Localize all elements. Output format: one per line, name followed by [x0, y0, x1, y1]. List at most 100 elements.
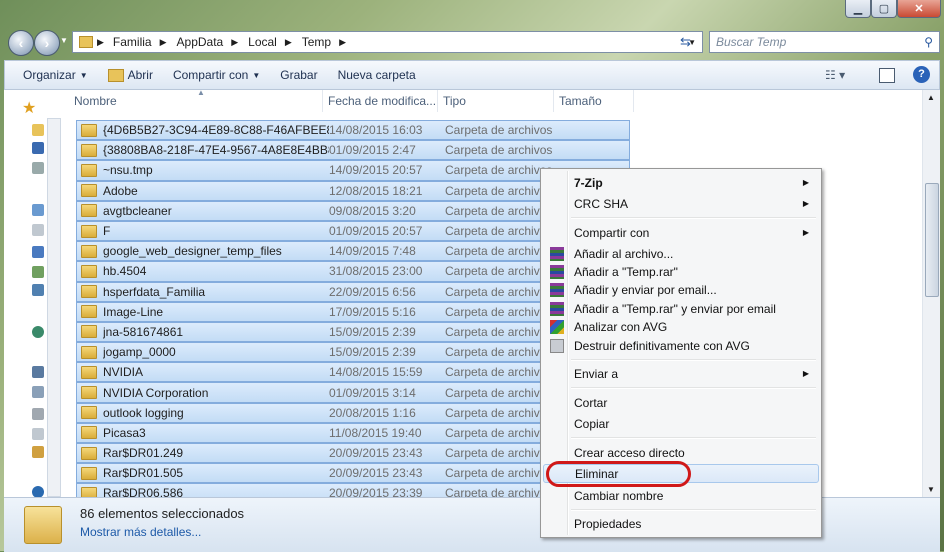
file-name: hb.4504	[103, 264, 147, 279]
menu-item-share-with[interactable]: Compartir con ▶	[543, 223, 819, 242]
nav-computer-icon[interactable]	[32, 366, 44, 378]
folder-icon	[81, 264, 97, 278]
address-bar[interactable]: ▶ Familia ▶ AppData ▶ Local ▶ Temp ▶ ▼	[72, 31, 703, 53]
column-header-size[interactable]: Tamaño	[554, 90, 634, 112]
menu-item-add-temp-rar-email[interactable]: Añadir a "Temp.rar" y enviar por email	[543, 299, 819, 318]
close-button[interactable]: ✕	[897, 0, 941, 18]
column-header-modified[interactable]: Fecha de modifica...	[323, 90, 438, 112]
menu-item-rename[interactable]: Cambiar nombre	[543, 486, 819, 505]
submenu-arrow-icon: ▶	[802, 199, 809, 208]
menu-item-create-shortcut[interactable]: Crear acceso directo	[543, 443, 819, 462]
file-name: jna-581674861	[103, 324, 184, 339]
organize-button[interactable]: Organizar ▼	[5, 61, 98, 89]
breadcrumb-chevron-icon[interactable]: ▶	[97, 37, 104, 48]
file-date: 01/09/2015 3:14	[329, 385, 416, 400]
recent-pages-dropdown[interactable]: ▼	[60, 36, 68, 45]
nav-drive-f-icon[interactable]	[32, 446, 44, 458]
file-name: NVIDIA Corporation	[103, 385, 209, 400]
menu-item-avg-shred[interactable]: Destruir definitivamente con AVG	[543, 336, 819, 355]
folder-icon	[81, 224, 97, 238]
menu-separator	[571, 359, 816, 361]
refresh-button[interactable]: ⇆	[680, 34, 698, 52]
vertical-scrollbar[interactable]: ▲ ▼	[922, 90, 940, 497]
file-name: avgtbcleaner	[103, 203, 172, 218]
menu-item-crc-sha[interactable]: CRC SHA ▶	[543, 194, 819, 213]
file-date: 11/08/2015 19:40	[329, 425, 422, 440]
file-date: 14/08/2015 16:03	[329, 123, 423, 138]
breadcrumb-local[interactable]: Local ▶	[243, 35, 297, 49]
winrar-icon	[550, 282, 564, 297]
menu-item-add-email[interactable]: Añadir y enviar por email...	[543, 280, 819, 299]
folder-icon	[81, 123, 97, 137]
avg-icon	[550, 319, 564, 334]
nav-music-icon[interactable]	[32, 246, 44, 258]
favorites-star-icon[interactable]: ★	[22, 98, 36, 118]
file-date: 31/08/2015 23:00	[329, 264, 423, 279]
menu-item-cut[interactable]: Cortar	[543, 393, 819, 412]
nav-documents-icon[interactable]	[32, 224, 44, 236]
new-folder-button[interactable]: Nueva carpeta	[328, 61, 426, 89]
minimize-button[interactable]: ▁	[845, 0, 871, 18]
burn-button[interactable]: Grabar	[270, 61, 327, 89]
file-name: Rar$DR01.249	[103, 446, 184, 461]
menu-item-add-archive[interactable]: Añadir al archivo...	[543, 244, 819, 263]
show-more-details-link[interactable]: Mostrar más detalles...	[80, 525, 201, 539]
search-icon[interactable]: ⚲	[924, 35, 933, 49]
open-button[interactable]: Abrir	[98, 61, 163, 89]
file-name: jogamp_0000	[103, 345, 176, 360]
maximize-button[interactable]: ▢	[871, 0, 897, 18]
scroll-down-arrow[interactable]: ▼	[927, 485, 935, 494]
open-folder-icon	[107, 68, 124, 82]
menu-item-copy[interactable]: Copiar	[543, 414, 819, 433]
file-type: Carpeta de archivos	[445, 143, 553, 158]
file-name: F	[103, 224, 111, 239]
nav-homegroup-icon[interactable]	[32, 326, 44, 338]
column-header-type[interactable]: Tipo	[438, 90, 554, 112]
nav-videos-icon[interactable]	[32, 284, 44, 296]
nav-desktop-icon[interactable]	[32, 142, 44, 154]
preview-pane-button[interactable]	[879, 68, 895, 83]
file-date: 17/09/2015 5:16	[329, 304, 416, 319]
folder-icon	[81, 386, 97, 400]
share-with-button[interactable]: Compartir con ▼	[163, 61, 270, 89]
file-name: Image-Line	[103, 304, 164, 319]
folder-icon	[79, 36, 93, 48]
menu-item-avg-scan[interactable]: Analizar con AVG	[543, 317, 819, 336]
nav-recent-icon[interactable]	[32, 162, 44, 174]
breadcrumb-familia[interactable]: Familia ▶	[108, 35, 172, 49]
breadcrumb-appdata[interactable]: AppData ▶	[172, 35, 244, 49]
nav-pictures-icon[interactable]	[32, 266, 44, 278]
folder-icon	[81, 345, 97, 359]
scroll-up-arrow[interactable]: ▲	[927, 93, 935, 102]
view-options-button[interactable]: ☷ ▾	[825, 68, 845, 82]
nav-folder-icon[interactable]	[32, 124, 44, 136]
nav-drive-c-icon[interactable]	[32, 386, 44, 398]
forward-button[interactable]: ›	[34, 30, 60, 56]
breadcrumb-temp[interactable]: Temp ▶	[297, 35, 351, 49]
nav-drive-d-icon[interactable]	[32, 408, 44, 420]
menu-item-send-to[interactable]: Enviar a ▶	[543, 364, 819, 383]
scroll-thumb[interactable]	[925, 183, 939, 297]
folder-icon	[81, 446, 97, 460]
file-date: 01/09/2015 2:47	[329, 143, 416, 158]
submenu-arrow-icon: ▶	[802, 178, 809, 187]
winrar-icon	[550, 264, 564, 279]
back-button[interactable]: ‹	[8, 30, 34, 56]
table-row[interactable]: {4D6B5B27-3C94-4E89-8C88-F46AFBEE87... 14…	[76, 120, 630, 141]
help-icon[interactable]: ?	[913, 66, 930, 83]
address-row: ‹ › ▼ ▶ Familia ▶ AppData ▶ Local ▶ Temp ▶ ▼…	[0, 28, 944, 56]
nav-libraries-icon[interactable]	[32, 204, 44, 216]
nav-pane-scrollbar[interactable]	[47, 118, 61, 497]
menu-item-properties[interactable]: Propiedades	[543, 514, 819, 533]
file-date: 09/08/2015 3:20	[329, 203, 416, 218]
search-input[interactable]: Buscar Temp ⚲	[709, 31, 940, 53]
column-header-name[interactable]: Nombre	[69, 90, 323, 112]
nav-drive-e-icon[interactable]	[32, 428, 44, 440]
file-date: 14/08/2015 15:59	[329, 365, 423, 380]
file-name: {38808BA8-218F-47E4-9567-4A8E8E4BB8...	[103, 143, 329, 158]
folder-icon	[81, 163, 97, 177]
menu-item-7zip[interactable]: 7-Zip ▶	[543, 173, 819, 192]
folder-icon	[81, 244, 97, 258]
menu-item-add-temp-rar[interactable]: Añadir a "Temp.rar"	[543, 262, 819, 281]
table-row[interactable]: {38808BA8-218F-47E4-9567-4A8E8E4BB8... 01…	[76, 140, 630, 161]
